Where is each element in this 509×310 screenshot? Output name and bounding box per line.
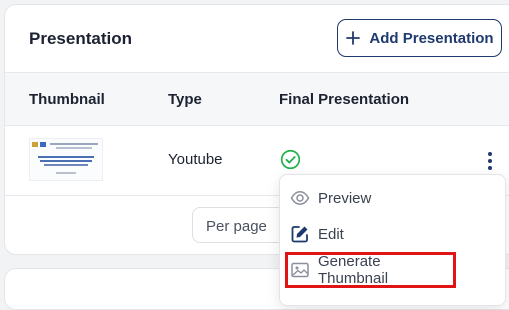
menu-item-label: Generate Thumbnail [318,253,389,287]
menu-item-preview[interactable]: Preview [290,183,495,213]
image-icon [291,262,309,278]
eye-icon [290,191,310,205]
check-circle-icon [280,149,301,170]
plus-icon [346,31,361,45]
card-header: Presentation Add Presentation [5,5,509,72]
section-title: Presentation [29,29,132,48]
type-cell: Youtube [168,151,223,168]
column-header-final-presentation: Final Presentation [279,91,410,108]
row-actions-menu: Preview Edit Generate Thumbnail [279,174,506,306]
edit-icon [291,226,308,243]
menu-item-label: Preview [318,189,372,207]
column-header-thumbnail: Thumbnail [29,91,105,108]
thumbnail-image [29,138,103,181]
more-vertical-icon[interactable] [486,150,494,172]
table-header: Thumbnail Type Final Presentation [5,72,509,126]
per-page-label: Per page [206,218,267,235]
add-presentation-button[interactable]: Add Presentation [337,19,502,57]
add-presentation-label: Add Presentation [369,29,494,47]
menu-item-edit[interactable]: Edit [290,219,495,249]
menu-item-label: Edit [318,225,344,243]
column-header-type: Type [168,91,202,108]
menu-item-generate-thumbnail[interactable]: Generate Thumbnail [285,252,456,288]
